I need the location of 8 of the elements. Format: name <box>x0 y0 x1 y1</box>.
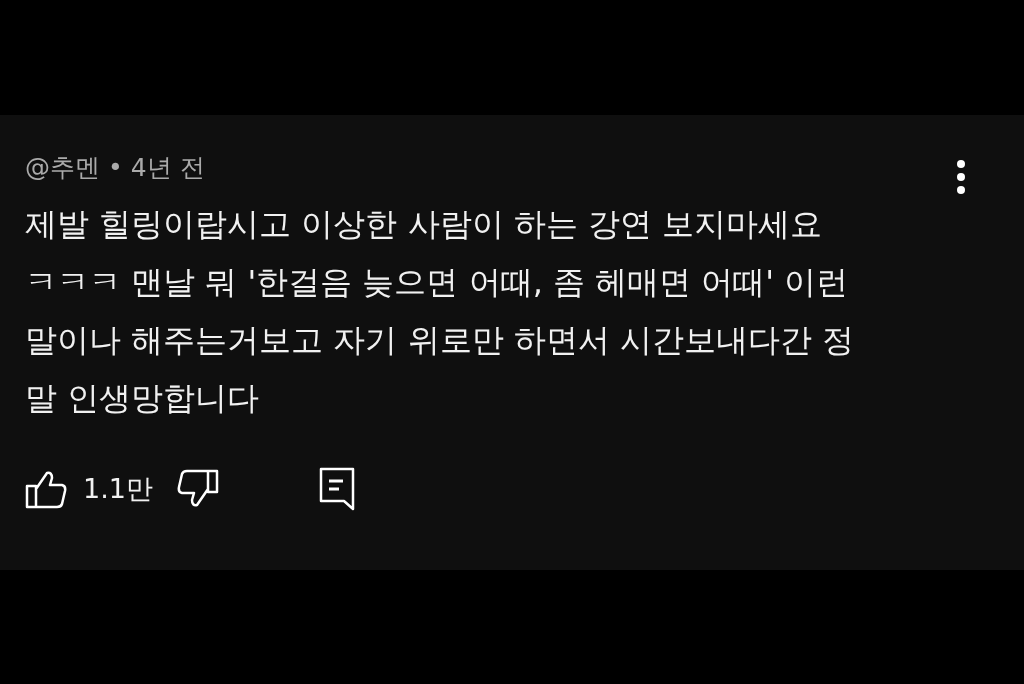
comment-text: 제발 힐링이랍시고 이상한 사람이 하는 강연 보지마세요 ㅋㅋㅋ 맨날 뭐 '한걸음 늦으면 어때, 좀 헤매면 어때' 이런 말이나 해주는거보고 자기 위로만 하면서 시간보내다간 정 말 인생망합니다 <box>25 204 856 419</box>
separator-dot: • <box>108 152 123 184</box>
author-name[interactable]: @추멘 <box>25 145 100 191</box>
timestamp: 4년 전 <box>130 152 205 184</box>
thumbs-down-icon[interactable] <box>176 469 219 509</box>
thumbs-up-icon[interactable] <box>25 469 67 509</box>
like-count: 1.1만 <box>83 471 153 506</box>
reply-icon[interactable] <box>318 467 355 511</box>
